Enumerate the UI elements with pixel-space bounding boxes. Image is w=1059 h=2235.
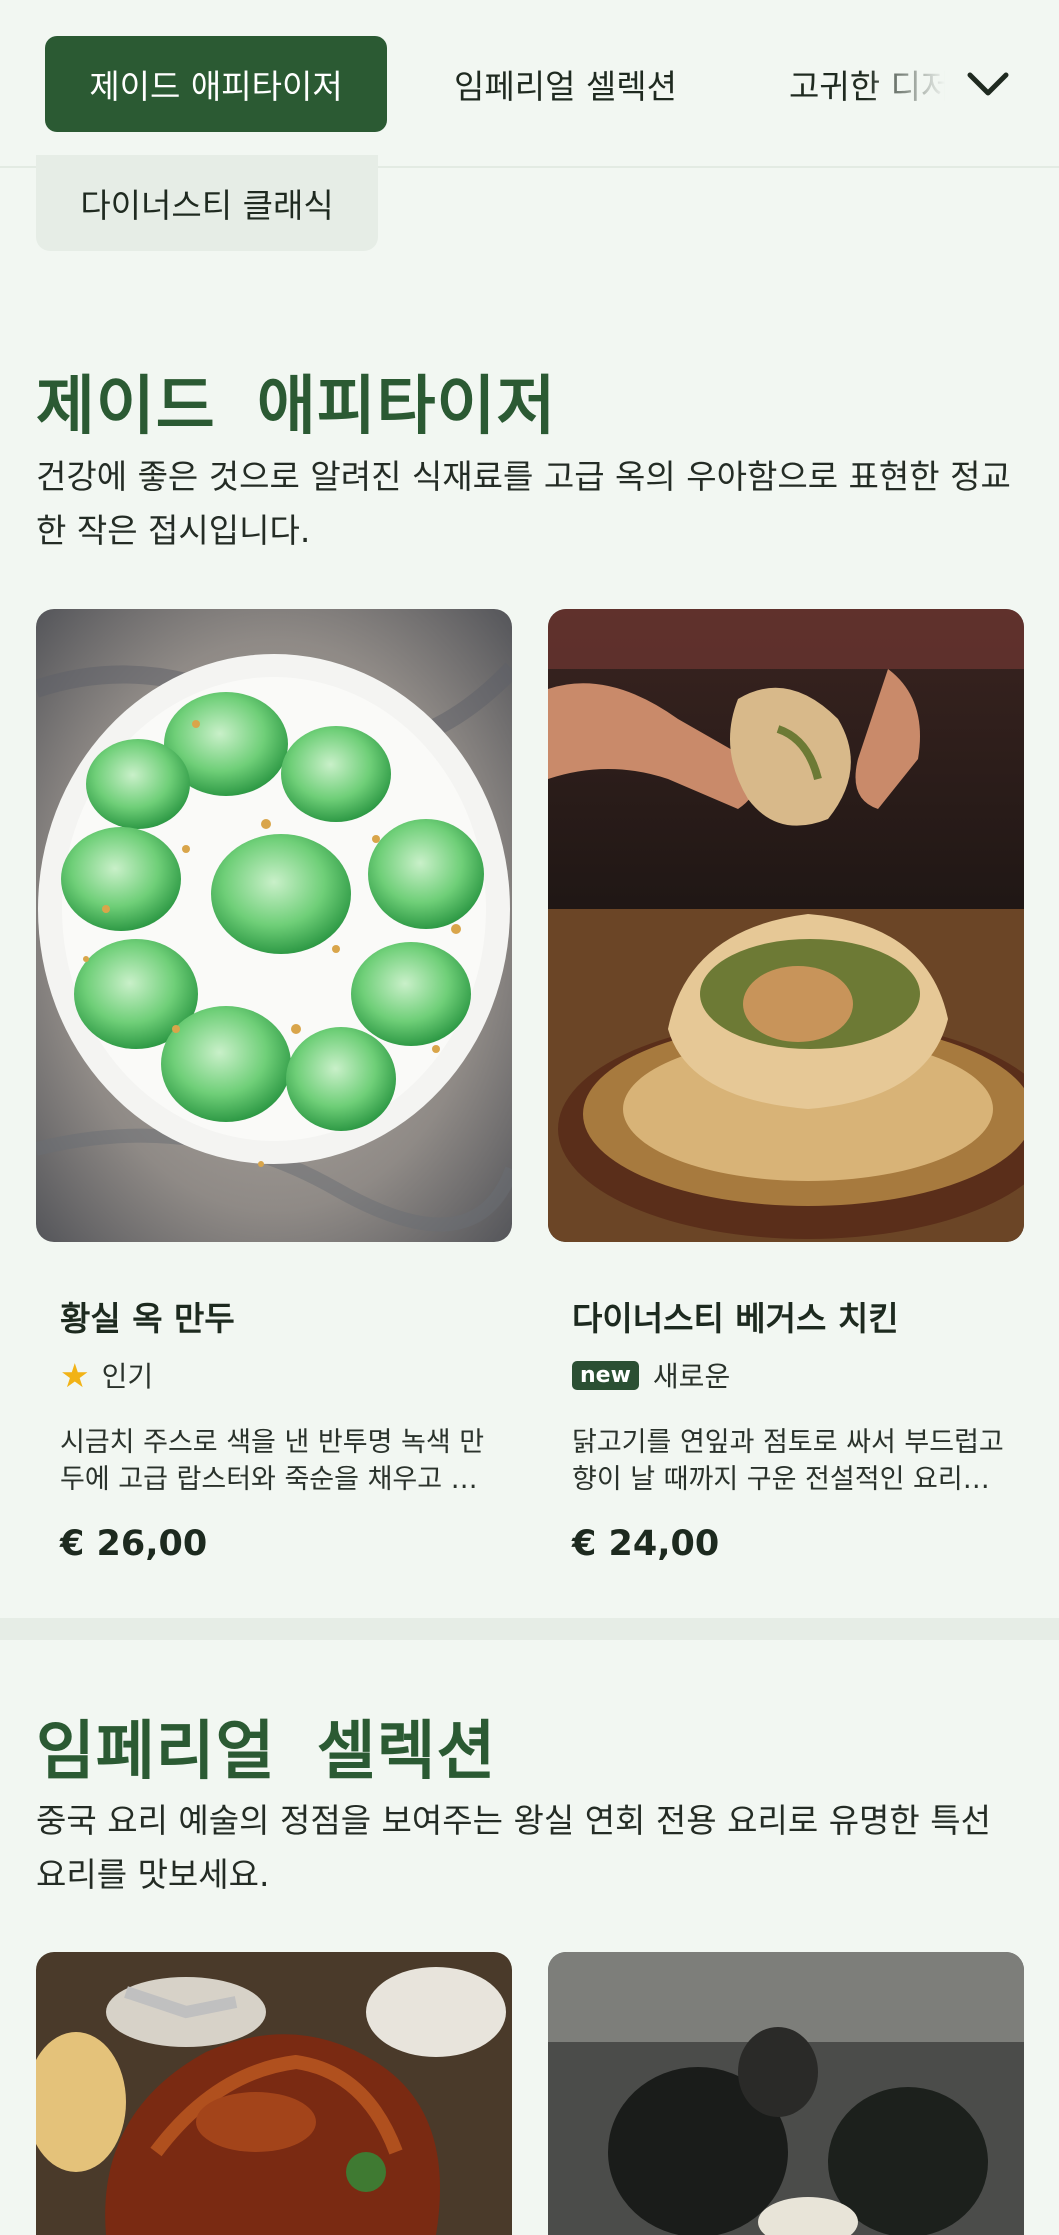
item-description: 시금치 주스로 색을 낸 반투명 녹색 만두에 고급 랍스터와 죽순을 채우고 … bbox=[60, 1427, 485, 1495]
tea-set-image[interactable] bbox=[548, 1952, 1024, 2235]
new-badge: new 새로운 bbox=[572, 1355, 730, 1395]
beggars-chicken-image[interactable] bbox=[548, 609, 1024, 1242]
section-title-imperial: 임페리얼 셀렉션 bbox=[36, 1715, 497, 1789]
category-nav: 제이드 애피타이저 임페리얼 셀렉션 고귀한 디저트 bbox=[0, 0, 1059, 168]
tab-jade-appetizer[interactable]: 제이드 애피타이저 bbox=[45, 36, 387, 132]
new-label: new bbox=[572, 1360, 639, 1390]
star-icon: ★ bbox=[60, 1355, 90, 1395]
section-description-jade: 건강에 좋은 것으로 알려진 식재료를 고급 옥의 우아함으로 표현한 정교한 … bbox=[36, 457, 1011, 550]
tab-noble-dessert[interactable]: 고귀한 디저트 bbox=[789, 36, 959, 132]
item-description: 닭고기를 연잎과 점토로 싸서 부드럽고 향이 날 때까지 구운 전설적인 요리… bbox=[572, 1427, 1004, 1495]
badge-text: 인기 bbox=[101, 1360, 154, 1393]
item-price: € 24,00 bbox=[572, 1524, 720, 1564]
section-divider bbox=[0, 1618, 1059, 1640]
section-title-jade: 제이드 애피타이저 bbox=[36, 370, 557, 444]
item-price: € 26,00 bbox=[60, 1524, 208, 1564]
badge-text: 새로운 bbox=[652, 1360, 731, 1393]
jade-dumpling-image[interactable] bbox=[36, 609, 512, 1242]
item-name[interactable]: 황실 옥 만두 bbox=[60, 1292, 235, 1340]
tab-imperial-selection[interactable]: 임페리얼 셀렉션 bbox=[454, 36, 677, 132]
roast-duck-image[interactable] bbox=[36, 1952, 512, 2235]
popular-badge: ★ 인기 bbox=[60, 1355, 153, 1395]
tab-dynasty-classic[interactable]: 다이너스티 클래식 bbox=[36, 155, 378, 251]
item-name[interactable]: 다이너스티 베거스 치킨 bbox=[572, 1292, 899, 1340]
chevron-down-icon[interactable] bbox=[958, 60, 1018, 110]
section-description-imperial: 중국 요리 예술의 정점을 보여주는 왕실 연회 전용 요리로 유명한 특선 요… bbox=[36, 1801, 991, 1894]
